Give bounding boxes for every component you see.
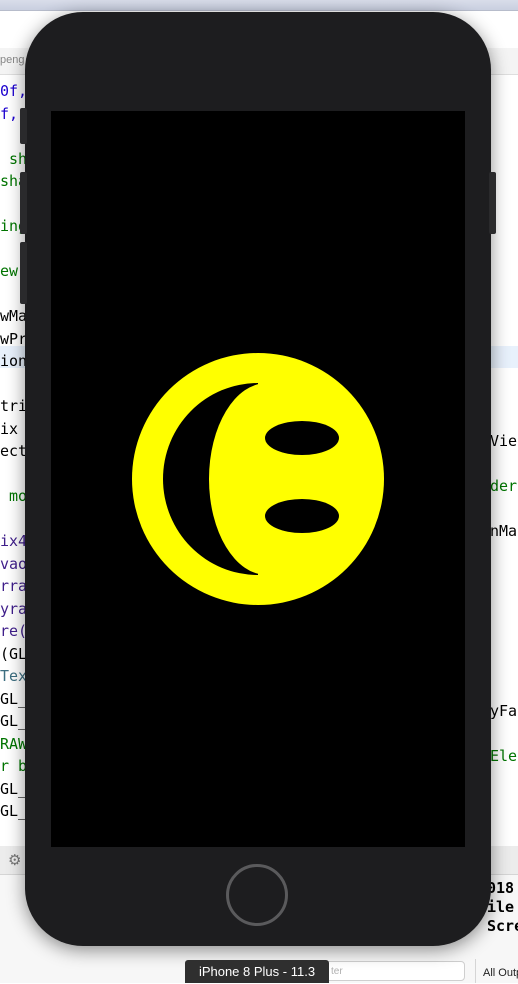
code-line[interactable]: Ele — [490, 745, 517, 768]
code-line[interactable]: ix — [0, 418, 27, 441]
volume-down-button[interactable] — [20, 242, 27, 304]
mute-switch[interactable] — [20, 108, 27, 144]
code-line[interactable] — [490, 453, 517, 476]
code-line[interactable]: vao — [0, 553, 27, 576]
code-line[interactable]: wMa — [0, 305, 27, 328]
code-line[interactable]: yra — [0, 598, 27, 621]
code-line[interactable] — [490, 588, 517, 611]
code-line[interactable] — [0, 508, 27, 531]
code-line[interactable] — [490, 543, 517, 566]
code-line[interactable] — [490, 655, 517, 678]
code-line[interactable]: 0f, — [0, 80, 27, 103]
code-line[interactable] — [490, 565, 517, 588]
code-line[interactable] — [490, 633, 517, 656]
code-line[interactable]: GL_ — [0, 800, 27, 823]
code-line[interactable]: GL_ — [0, 778, 27, 801]
smiley-eye-upper — [265, 421, 339, 455]
code-line[interactable]: wPr — [0, 328, 27, 351]
code-line[interactable]: Tex — [0, 665, 27, 688]
code-line[interactable]: nMa — [490, 520, 517, 543]
code-line[interactable]: der — [490, 475, 517, 498]
code-line[interactable] — [0, 463, 27, 486]
code-line[interactable]: GL_ — [0, 688, 27, 711]
simulator-screen[interactable] — [51, 111, 465, 847]
code-line[interactable]: r b — [0, 755, 27, 778]
code-line[interactable]: rra — [0, 575, 27, 598]
code-line[interactable]: RAW — [0, 733, 27, 756]
code-line[interactable]: mo — [0, 485, 27, 508]
code-line[interactable]: sh — [0, 148, 27, 171]
smiley-mouth-cutout — [209, 383, 325, 575]
home-button[interactable] — [226, 864, 288, 926]
code-line[interactable] — [0, 373, 27, 396]
source-code-right[interactable]: Vie der nMa yFa Ele — [490, 430, 517, 768]
jump-bar-path: peng — [0, 54, 25, 66]
code-line[interactable] — [490, 678, 517, 701]
debug-hierarchy-icon[interactable]: ⚙ — [8, 851, 21, 869]
output-selector[interactable]: All Output — [475, 959, 518, 983]
code-line[interactable]: tri — [0, 395, 27, 418]
window-title-strip — [0, 0, 518, 11]
code-line[interactable]: ion — [0, 350, 27, 373]
volume-up-button[interactable] — [20, 172, 27, 234]
code-line[interactable]: ect — [0, 440, 27, 463]
code-line[interactable]: ix4 — [0, 530, 27, 553]
code-line[interactable]: yFa — [490, 700, 517, 723]
console-output: 018 ile Scre — [487, 879, 518, 935]
power-button[interactable] — [489, 172, 496, 234]
smiley-face-rotated-icon — [132, 353, 384, 605]
simulator-device-label: iPhone 8 Plus - 11.3 — [185, 960, 329, 983]
code-line[interactable] — [490, 723, 517, 746]
code-line[interactable]: Vie — [490, 430, 517, 453]
smiley-eye-lower — [265, 499, 339, 533]
code-line[interactable]: GL_ — [0, 710, 27, 733]
code-line[interactable]: (GL — [0, 643, 27, 666]
code-line[interactable]: re( — [0, 620, 27, 643]
code-line[interactable] — [490, 498, 517, 521]
code-line[interactable] — [490, 610, 517, 633]
